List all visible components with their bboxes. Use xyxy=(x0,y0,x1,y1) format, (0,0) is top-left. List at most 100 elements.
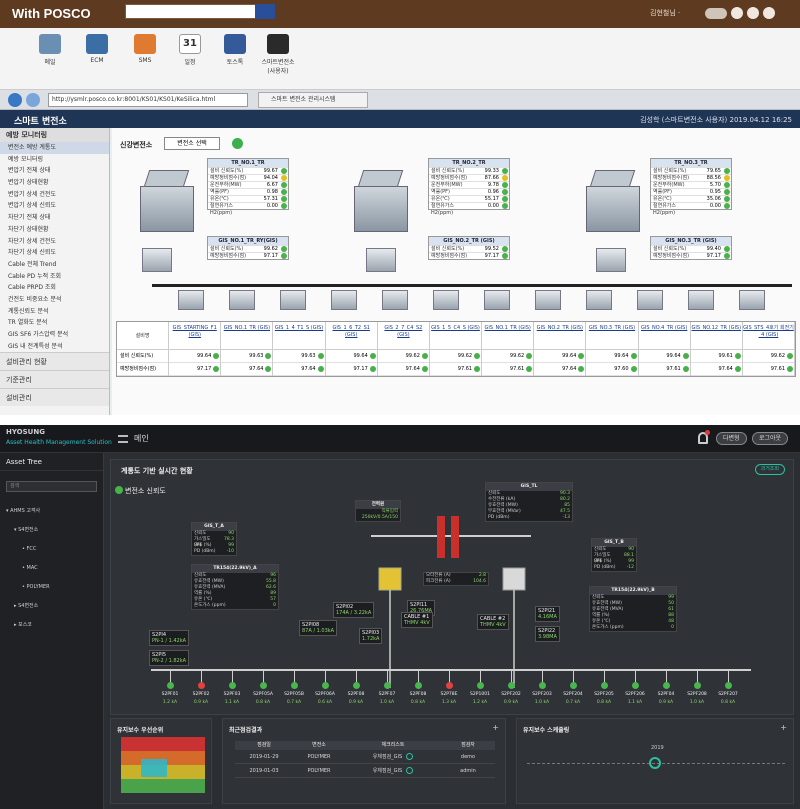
gis-column-link[interactable]: GIS_NO.12_TR (GIS) xyxy=(690,322,742,350)
sidebar-item[interactable]: Cable PD 누적 조회 xyxy=(0,271,109,283)
back-icon[interactable] xyxy=(8,93,22,107)
menu-icon[interactable] xyxy=(118,435,128,443)
gis-unit[interactable] xyxy=(178,290,204,310)
gis-unit[interactable] xyxy=(280,290,306,310)
sidebar-item[interactable]: 차단기 상세 건전도 xyxy=(0,236,109,248)
gis-column-link[interactable]: GIS_NO.2_TR (GIS) xyxy=(534,322,586,350)
gis-unit[interactable] xyxy=(535,290,561,310)
gis-unit[interactable] xyxy=(637,290,663,310)
gis-unit[interactable] xyxy=(433,290,459,310)
app-mail[interactable]: 메일 xyxy=(28,34,72,66)
sidebar-item[interactable]: 변압기 상세 신뢰도 xyxy=(0,200,109,212)
gis-unit[interactable] xyxy=(331,290,357,310)
sidebar-section-equipment[interactable]: 설비관리 현황 xyxy=(0,352,109,371)
gis-column-link[interactable]: GIS_1_6_T2_S1 (GIS) xyxy=(325,322,377,350)
transformer-2[interactable] xyxy=(346,168,416,238)
gis-column-link[interactable]: GIS_STS_4호기 회전기_4 (GIS) xyxy=(742,322,795,350)
sidebar-item[interactable]: 변전소 예방 계통도 xyxy=(0,142,109,154)
gis-column-link[interactable]: GIS_NO.3_TR (GIS) xyxy=(586,322,638,350)
gis-column-link[interactable]: GIS_2_7_C4_S2 (GIS) xyxy=(377,322,429,350)
sidebar-heading[interactable]: 예방 모니터링 xyxy=(0,128,109,142)
app-sms[interactable]: SMS xyxy=(123,34,167,64)
forward-icon[interactable] xyxy=(26,93,40,107)
panel-row: 설비 신뢰도(%) 99.62 xyxy=(208,245,288,252)
gis-reliability: 99.64 xyxy=(534,350,586,363)
sidebar-item[interactable]: Cable PRPD 조회 xyxy=(0,282,109,294)
switchgear-3[interactable] xyxy=(596,248,626,272)
node-label[interactable]: S2PI5 PN-2 / 1.82kA xyxy=(149,650,190,666)
toggle-switch[interactable] xyxy=(705,8,727,19)
table-row[interactable]: 2019-01-29 POLYMER 유체점검_GIS demo xyxy=(235,750,495,764)
sidebar-item[interactable]: 예방 모니터링 xyxy=(0,154,109,166)
tree-item[interactable]: ▾ S4변전소 xyxy=(0,521,103,540)
sidebar-item[interactable]: 차단기 전체 상태 xyxy=(0,212,109,224)
substation-select[interactable]: 변전소 선택 xyxy=(164,137,220,150)
node-label[interactable]: CABLE #1 THMV 4kV xyxy=(401,612,433,628)
user-button[interactable]: 다변형 xyxy=(716,432,747,445)
app-calendar[interactable]: 31 일정 xyxy=(168,34,212,66)
node-label[interactable]: S2PI03 1.72kA xyxy=(359,628,383,644)
sidebar-item[interactable]: GIS SF6 가스압력 분석 xyxy=(0,329,109,341)
sidebar-section-standards[interactable]: 기준관리 xyxy=(0,370,109,389)
gis-unit[interactable] xyxy=(586,290,612,310)
transformer-1[interactable] xyxy=(132,168,202,238)
add-icon[interactable]: + xyxy=(492,723,499,732)
node-label[interactable]: S2PI4 PN-1 / 1.42kA xyxy=(149,630,190,646)
sidebar-section-assets[interactable]: 설비관리 xyxy=(0,388,109,407)
gis-column-link[interactable]: GIS_1_4_T1_S (GIS) xyxy=(273,322,325,350)
timeline-marker[interactable] xyxy=(649,757,661,769)
browser-tab[interactable]: 스마트 변전소 관리시스템 xyxy=(258,92,368,108)
logout-button[interactable]: 로그아웃 xyxy=(752,432,789,445)
gis-unit[interactable] xyxy=(484,290,510,310)
info-icon[interactable] xyxy=(747,7,759,19)
sidebar-item[interactable]: GIS 내 전계특성 분석 xyxy=(0,341,109,353)
gis-column-link[interactable]: GIS_1_5_C4_S (GIS) xyxy=(429,322,482,350)
tree-item[interactable]: ▸ S4변전소 xyxy=(0,597,103,616)
gis-unit[interactable] xyxy=(739,290,765,310)
settings-icon[interactable] xyxy=(731,7,743,19)
gis-column-link[interactable]: GIS_NO.1_TR (GIS) xyxy=(221,322,273,350)
app-tray: 메일 ECM SMS 31 일정 토스톡 스마트변전소 (사용자) xyxy=(0,28,800,90)
tree-search-input[interactable]: 검색 xyxy=(6,481,97,492)
sidebar-item[interactable]: 건전도 비중요소 분석 xyxy=(0,294,109,306)
tree-item[interactable]: • FCC xyxy=(0,540,103,559)
search-icon[interactable] xyxy=(255,4,275,19)
gis-column-link[interactable]: GIS_NO.4_TR (GIS) xyxy=(638,322,690,350)
node-label[interactable]: CABLE #2 THMV 4kV xyxy=(477,614,509,630)
node-label[interactable]: S2PI21 4.16MA xyxy=(535,606,560,622)
app-chat[interactable]: 토스톡 xyxy=(213,34,257,66)
transformer-3[interactable] xyxy=(578,168,648,238)
app-smart-substation[interactable]: 스마트변전소 (사용자) xyxy=(252,34,304,75)
tree-item[interactable]: ▸ 포스코 xyxy=(0,616,103,635)
sidebar-item[interactable]: Cable 전체 Trend xyxy=(0,259,109,271)
node-label[interactable]: S2PI08 87A / 1.03kA xyxy=(299,620,338,636)
sidebar-item[interactable]: 변압기 상세 건전도 xyxy=(0,189,109,201)
gis-column-link[interactable]: GIS_STARTING_F1 (GIS) xyxy=(169,322,221,350)
table-row[interactable]: 2019-01-03 POLYMER 유체점검_GIS admin xyxy=(235,764,495,778)
gis-unit[interactable] xyxy=(688,290,714,310)
address-bar[interactable]: http://ysmlr.posco.co.kr:8001/KS01/KS01/… xyxy=(48,93,248,107)
gis-unit[interactable] xyxy=(382,290,408,310)
sidebar-item[interactable]: 차단기 상태현황 xyxy=(0,224,109,236)
view-icon[interactable] xyxy=(406,767,414,774)
switchgear-2[interactable] xyxy=(366,248,396,272)
help-icon[interactable] xyxy=(763,7,775,19)
gis-column-link[interactable]: GIS_NO.1_TR (GIS) xyxy=(482,322,534,350)
portal-search-input[interactable] xyxy=(125,4,275,19)
tree-item[interactable]: • MAC xyxy=(0,559,103,578)
sidebar-item[interactable]: 변압기 전체 상태 xyxy=(0,165,109,177)
node-label[interactable]: S2PI22 3.98MA xyxy=(535,626,560,642)
view-icon[interactable] xyxy=(406,753,414,760)
switchgear-1[interactable] xyxy=(142,248,172,272)
sidebar-item[interactable]: TR 열화도 분석 xyxy=(0,317,109,329)
app-ecm[interactable]: ECM xyxy=(75,34,119,64)
sidebar-item[interactable]: 계통신뢰도 분석 xyxy=(0,306,109,318)
node-label[interactable]: S2PI02 174A / 3.22kA xyxy=(333,602,375,618)
sidebar-item[interactable]: 차단기 상세 신뢰도 xyxy=(0,247,109,259)
add-icon[interactable]: + xyxy=(780,723,787,732)
tree-item[interactable]: ▾ AHMS 고객사 xyxy=(0,502,103,521)
go-button[interactable] xyxy=(232,138,243,149)
gis-unit[interactable] xyxy=(229,290,255,310)
sidebar-item[interactable]: 변압기 상태현황 xyxy=(0,177,109,189)
tree-item[interactable]: • POLYMER xyxy=(0,578,103,597)
